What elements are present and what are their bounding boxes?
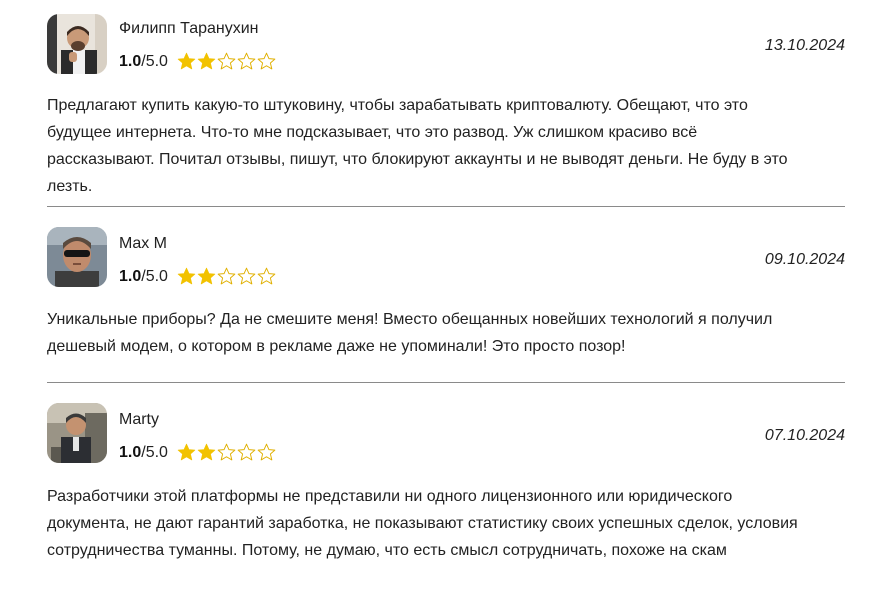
star-empty-icon	[237, 52, 256, 71]
review-date: 13.10.2024	[764, 37, 845, 54]
review-text: Предлагают купить какую-то штуковину, чт…	[47, 97, 788, 195]
star-filled-icon	[197, 443, 216, 462]
review-date: 09.10.2024	[764, 251, 845, 268]
review-text: Уникальные приборы? Да не смешите меня! …	[47, 311, 773, 355]
rating: 1.0/5.0	[119, 267, 276, 286]
star-empty-icon	[237, 443, 256, 462]
avatar[interactable]	[47, 14, 107, 74]
avatar[interactable]	[47, 403, 107, 463]
review-header: Филипп Таранухин 1.0/5.0 13.10.2024	[47, 14, 845, 74]
star-filled-icon	[197, 52, 216, 71]
rating-value: 1.0	[119, 443, 142, 461]
star-filled-icon	[177, 52, 196, 71]
reviews-list: Филипп Таранухин 1.0/5.0 13.10.2024 Пред…	[47, 0, 845, 564]
star-empty-icon	[217, 267, 236, 286]
rating: 1.0/5.0	[119, 443, 276, 462]
review-card: Marty 1.0/5.0 07.10.2024 Разработчики эт…	[47, 382, 845, 564]
rating-scale: /5.0	[141, 52, 168, 70]
author-name: Marty	[119, 411, 159, 428]
star-filled-icon	[177, 267, 196, 286]
star-rating	[177, 267, 276, 286]
rating-value: 1.0	[119, 267, 142, 285]
star-empty-icon	[257, 52, 276, 71]
review-card: Филипп Таранухин 1.0/5.0 13.10.2024 Пред…	[47, 0, 845, 206]
review-header: Marty 1.0/5.0 07.10.2024	[47, 403, 845, 463]
review-header: Max M 1.0/5.0 09.10.2024	[47, 227, 845, 287]
star-filled-icon	[197, 267, 216, 286]
author-name: Max M	[119, 235, 167, 252]
review-text: Разработчики этой платформы не представи…	[47, 488, 798, 559]
star-empty-icon	[257, 267, 276, 286]
star-empty-icon	[237, 267, 256, 286]
rating-scale: /5.0	[141, 443, 168, 461]
star-empty-icon	[217, 443, 236, 462]
rating-scale: /5.0	[141, 267, 168, 285]
star-rating	[177, 52, 276, 71]
review-card: Max M 1.0/5.0 09.10.2024 Уникальные приб…	[47, 206, 845, 382]
star-rating	[177, 443, 276, 462]
star-filled-icon	[177, 443, 196, 462]
review-date: 07.10.2024	[764, 427, 845, 444]
star-empty-icon	[217, 52, 236, 71]
author-name: Филипп Таранухин	[119, 20, 259, 37]
rating-value: 1.0	[119, 52, 142, 70]
star-empty-icon	[257, 443, 276, 462]
rating: 1.0/5.0	[119, 52, 276, 71]
avatar[interactable]	[47, 227, 107, 287]
